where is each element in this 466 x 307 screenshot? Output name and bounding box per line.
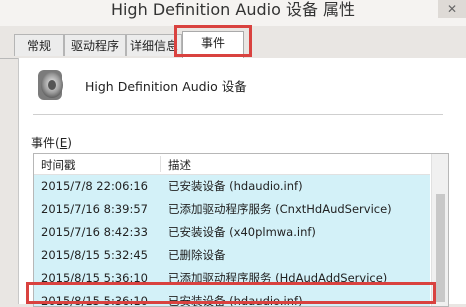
table-row[interactable]: 2015/7/16 8:39:57 已添加驱动程序服务 (CnxtHdAudSe… [34, 198, 430, 221]
events-label: 事件(E) [31, 136, 72, 150]
column-divider[interactable] [160, 156, 161, 172]
events-panel: High Definition Audio 设备 事件(E) 时间戳 描述 20… [18, 58, 466, 307]
table-row[interactable]: 2015/7/8 22:06:16 已安装设备 (hdaudio.inf) [34, 175, 430, 198]
title-bar: High Definition Audio 设备 属性 ✕ [0, 0, 466, 26]
close-button[interactable]: ✕ [438, 0, 466, 18]
row-highlight-box [26, 282, 436, 304]
table-row[interactable]: 2015/8/15 5:32:45 已删除设备 [34, 244, 430, 267]
tab-driver[interactable]: 驱动程序 [64, 34, 126, 56]
device-name: High Definition Audio 设备 [85, 79, 247, 94]
window-title: High Definition Audio 设备 属性 [110, 0, 356, 19]
tab-highlight-box [174, 25, 252, 57]
tab-general[interactable]: 常规 [14, 34, 64, 56]
column-header-time[interactable]: 时间戳 [41, 157, 76, 173]
column-header-description[interactable]: 描述 [168, 157, 191, 173]
speaker-icon [38, 70, 63, 100]
scrollbar-thumb[interactable] [436, 194, 445, 302]
list-header: 时间戳 描述 [34, 154, 430, 175]
divider [33, 114, 443, 115]
table-row[interactable]: 2015/7/16 8:42:33 已安装设备 (x40plmwa.inf) [34, 221, 430, 244]
